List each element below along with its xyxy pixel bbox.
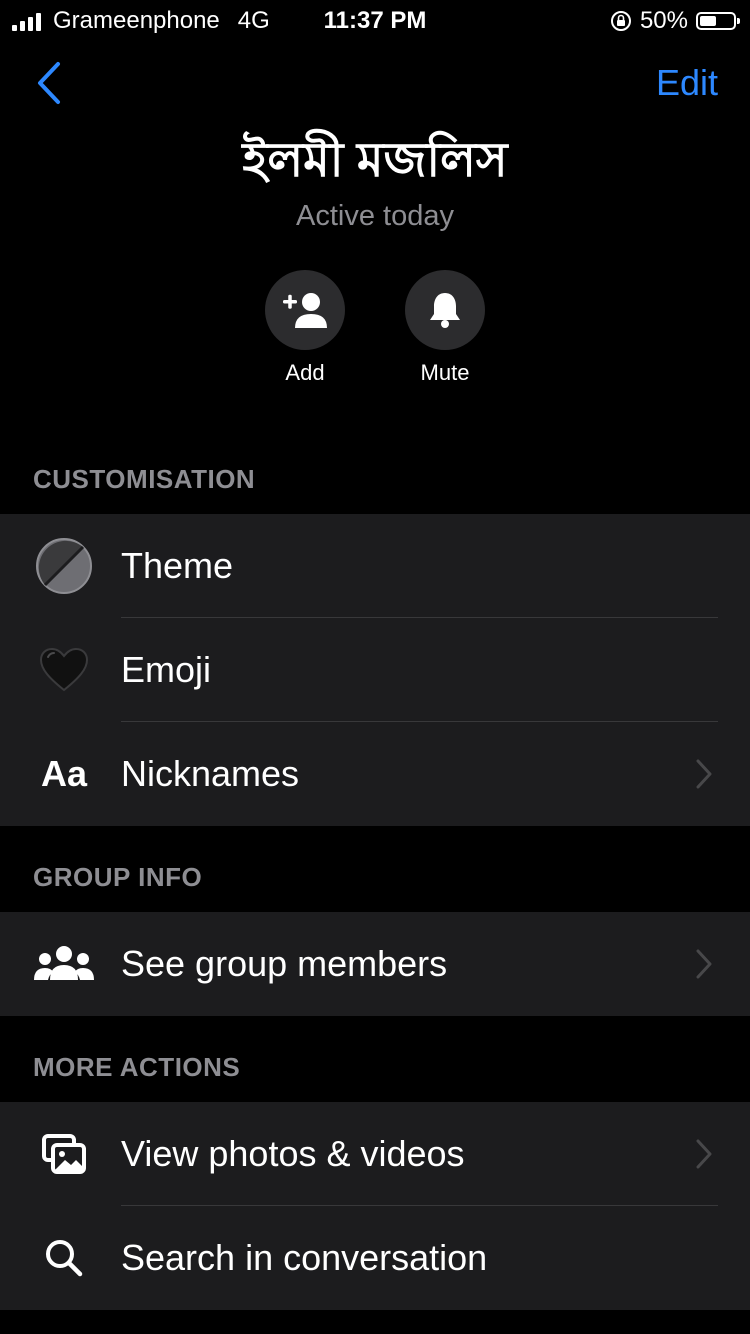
status-bar: Grameenphone 4G 11:37 PM 50%	[0, 0, 750, 42]
theme-row[interactable]: Theme	[0, 514, 750, 618]
group-people-icon	[32, 936, 96, 992]
theme-label: Theme	[121, 545, 234, 586]
mute-circle	[405, 270, 485, 350]
conversation-title: ইলমী মজলিস	[242, 134, 508, 187]
chevron-left-icon	[38, 62, 60, 104]
text-aa-glyph: Aa	[40, 753, 88, 794]
edit-button[interactable]: Edit	[656, 62, 718, 104]
section-header-more-actions: MORE ACTIONS	[33, 1052, 241, 1082]
bell-icon	[430, 293, 460, 328]
status-right: 50%	[610, 7, 740, 35]
see-group-members-label: See group members	[121, 943, 448, 984]
back-button[interactable]	[30, 60, 70, 106]
chevron-right-icon	[696, 949, 712, 979]
chevron-right-icon	[696, 1139, 712, 1169]
more-actions-group: View photos & videos Search in conversat…	[0, 1102, 750, 1310]
add-circle	[265, 270, 345, 350]
see-group-members-row[interactable]: See group members	[0, 912, 750, 1016]
customisation-group: Theme Emoji Aa Nicknames	[0, 514, 750, 826]
mute-label: Mute	[420, 360, 470, 385]
black-heart-icon	[32, 642, 96, 698]
view-photos-videos-label: View photos & videos	[121, 1133, 465, 1174]
add-label: Add	[285, 360, 325, 385]
theme-circle-icon	[32, 538, 96, 594]
mute-button[interactable]: Mute	[365, 270, 525, 386]
active-status: Active today	[296, 200, 454, 232]
text-aa-icon: Aa	[32, 746, 96, 802]
nicknames-row[interactable]: Aa Nicknames	[0, 722, 750, 826]
chevron-right-icon	[696, 759, 712, 789]
search-in-conversation-label: Search in conversation	[121, 1237, 488, 1278]
battery-icon	[696, 12, 740, 30]
emoji-row[interactable]: Emoji	[0, 618, 750, 722]
photos-icon	[32, 1126, 96, 1182]
add-button[interactable]: Add	[225, 270, 385, 386]
section-header-customisation: CUSTOMISATION	[33, 464, 256, 494]
search-in-conversation-row[interactable]: Search in conversation	[0, 1206, 750, 1310]
section-header-group-info: GROUP INFO	[33, 862, 203, 892]
emoji-label: Emoji	[121, 649, 212, 690]
view-photos-videos-row[interactable]: View photos & videos	[0, 1102, 750, 1206]
battery-percent: 50%	[639, 7, 688, 34]
orientation-lock-icon	[610, 11, 631, 31]
group-info-group: See group members	[0, 912, 750, 1016]
nicknames-label: Nicknames	[121, 753, 300, 794]
search-icon	[32, 1230, 96, 1286]
add-person-icon	[283, 293, 327, 328]
